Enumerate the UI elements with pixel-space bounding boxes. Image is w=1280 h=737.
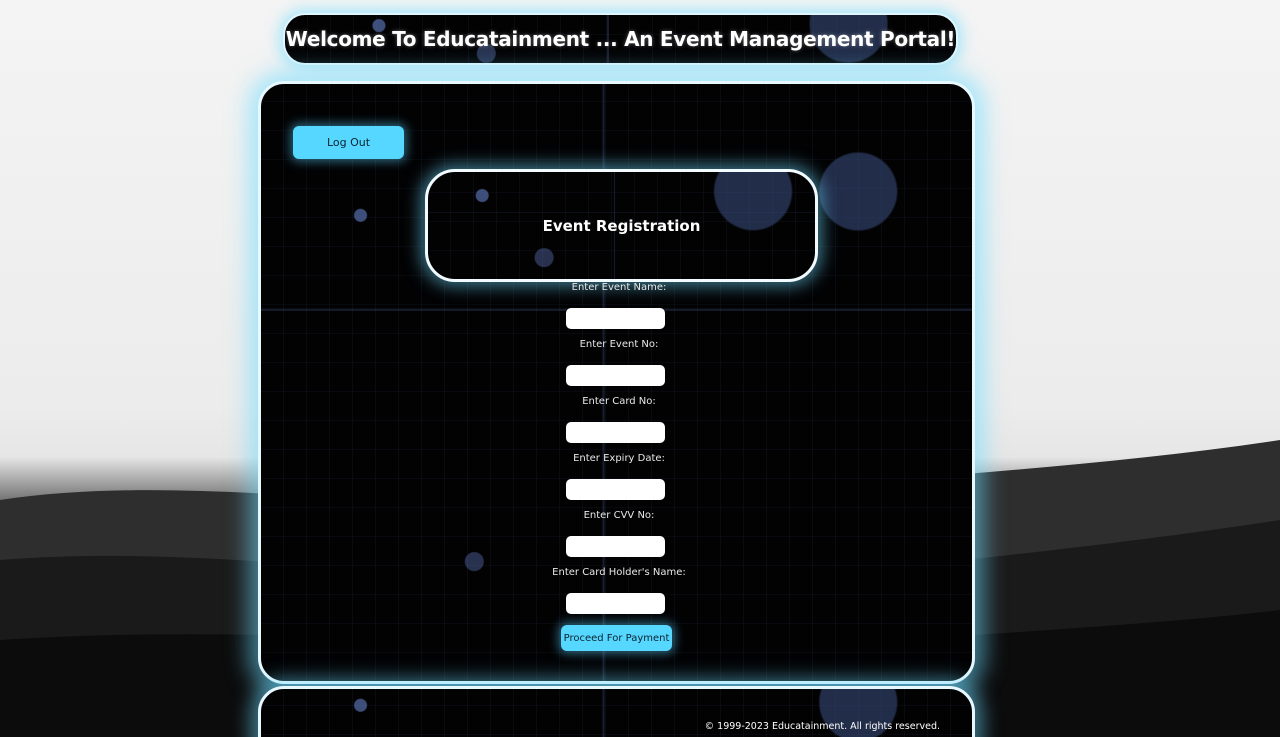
card-no-label: Enter Card No: — [582, 396, 656, 407]
cvv-input[interactable] — [566, 536, 665, 557]
card-holder-label: Enter Card Holder's Name: — [552, 567, 686, 578]
expiry-date-input[interactable] — [566, 479, 665, 500]
logout-button[interactable]: Log Out — [293, 126, 404, 159]
event-no-label: Enter Event No: — [579, 339, 659, 350]
proceed-for-payment-button[interactable]: Proceed For Payment — [561, 625, 672, 651]
event-name-label: Enter Event Name: — [571, 282, 667, 293]
card-no-input[interactable] — [566, 422, 665, 443]
card-holder-input[interactable] — [566, 593, 665, 614]
cvv-label: Enter CVV No: — [583, 510, 655, 521]
page-header: Welcome To Educatainment ... An Event Ma… — [283, 13, 958, 65]
page-footer: © 1999-2023 Educatainment. All rights re… — [258, 686, 975, 737]
event-registration-card: Event Registration — [425, 169, 818, 282]
copyright-text: © 1999-2023 Educatainment. All rights re… — [704, 721, 940, 732]
page-title: Welcome To Educatainment ... An Event Ma… — [285, 27, 956, 51]
expiry-date-label: Enter Expiry Date: — [573, 453, 665, 464]
event-no-input[interactable] — [566, 365, 665, 386]
main-panel: Log Out Event Registration Enter Event N… — [258, 81, 975, 684]
card-title: Event Registration — [542, 216, 701, 235]
event-name-input[interactable] — [566, 308, 665, 329]
